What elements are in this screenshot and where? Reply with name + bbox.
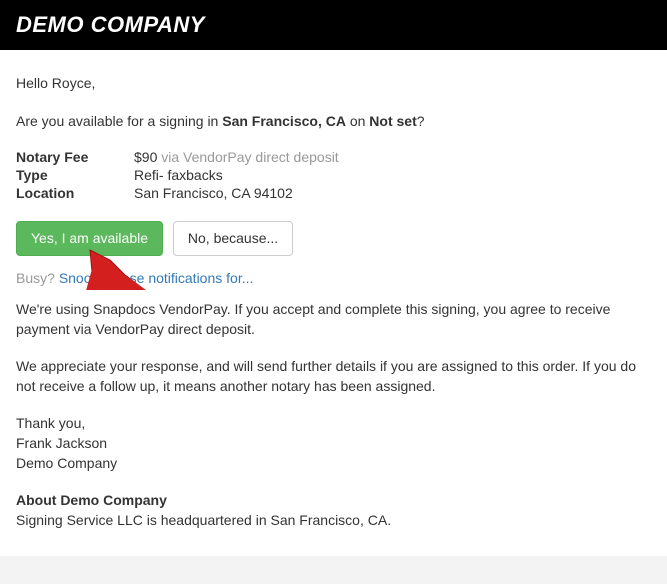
availability-question: Are you available for a signing in San F… [16, 112, 651, 132]
availability-suffix: ? [417, 113, 425, 129]
fee-label: Notary Fee [16, 149, 134, 167]
availability-city: San Francisco, CA [222, 113, 346, 129]
signoff-name: Frank Jackson [16, 435, 107, 451]
table-row: Location San Francisco, CA 94102 [16, 185, 339, 203]
availability-prefix: Are you available for a signing in [16, 113, 222, 129]
yes-available-button[interactable]: Yes, I am available [16, 221, 163, 256]
availability-mid: on [346, 113, 369, 129]
fee-cell: $90 via VendorPay direct deposit [134, 149, 339, 167]
footer-spacer [0, 556, 667, 584]
location-value: San Francisco, CA 94102 [134, 185, 339, 203]
signoff-thank: Thank you, [16, 415, 85, 431]
snooze-link[interactable]: Snooze these notifications for... [59, 270, 254, 286]
signoff: Thank you, Frank Jackson Demo Company [16, 414, 651, 473]
table-row: Type Refi- faxbacks [16, 167, 339, 185]
busy-label: Busy? [16, 270, 59, 286]
location-label: Location [16, 185, 134, 203]
email-body: Hello Royce, Are you available for a sig… [0, 50, 667, 556]
response-paragraph: We appreciate your response, and will se… [16, 357, 651, 396]
snooze-row: Busy? Snooze these notifications for... [16, 270, 651, 286]
details-table: Notary Fee $90 via VendorPay direct depo… [16, 149, 339, 203]
about-section: About Demo Company Signing Service LLC i… [16, 491, 651, 530]
availability-when: Not set [369, 113, 416, 129]
button-row: Yes, I am available No, because... [16, 221, 651, 256]
about-heading: About Demo Company [16, 492, 167, 508]
vendorpay-paragraph: We're using Snapdocs VendorPay. If you a… [16, 300, 651, 339]
no-because-button[interactable]: No, because... [173, 221, 293, 256]
company-name: DEMO COMPANY [16, 12, 205, 37]
fee-note: via VendorPay direct deposit [157, 149, 338, 165]
fee-value: $90 [134, 149, 157, 165]
type-value: Refi- faxbacks [134, 167, 339, 185]
greeting: Hello Royce, [16, 74, 651, 94]
table-row: Notary Fee $90 via VendorPay direct depo… [16, 149, 339, 167]
type-label: Type [16, 167, 134, 185]
signoff-company: Demo Company [16, 455, 117, 471]
email-header: DEMO COMPANY [0, 0, 667, 50]
about-text: Signing Service LLC is headquartered in … [16, 512, 391, 528]
